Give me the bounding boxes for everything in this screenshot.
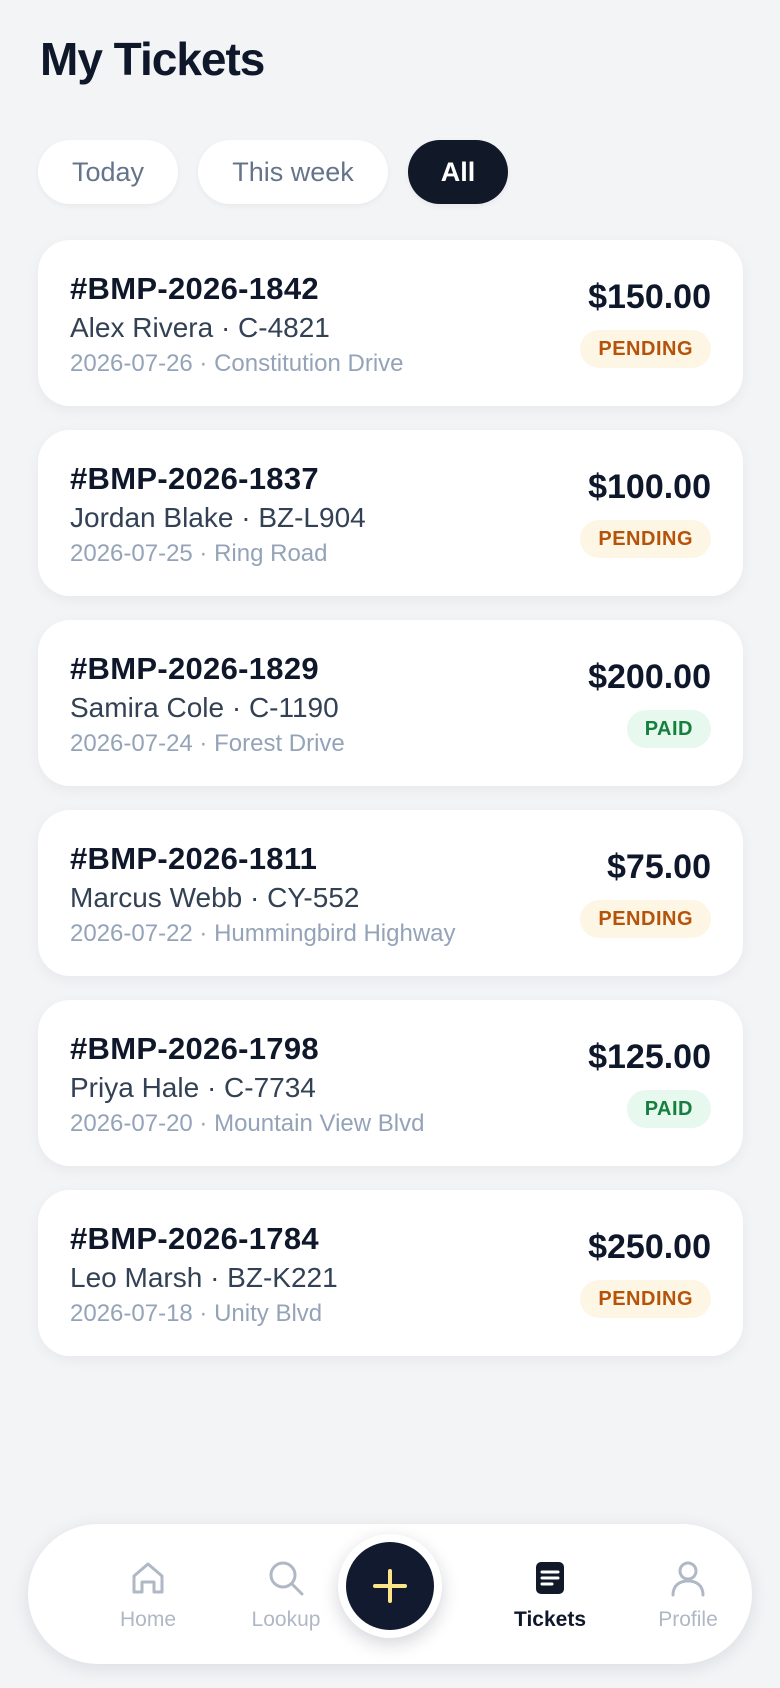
status-badge: PENDING: [580, 520, 711, 558]
nav-profile-label: Profile: [658, 1608, 718, 1631]
nav-tickets[interactable]: Tickets: [490, 1558, 610, 1648]
status-badge: PENDING: [580, 330, 711, 368]
page-title: My Tickets: [40, 33, 265, 85]
add-ticket-button[interactable]: [338, 1534, 442, 1638]
plus-icon: [373, 1569, 407, 1603]
home-icon: [132, 1562, 164, 1594]
nav-tickets-label: Tickets: [514, 1608, 586, 1631]
filter-chips: Today This week All: [38, 140, 508, 204]
nav-home-label: Home: [119, 1608, 177, 1631]
filter-this-week-chip[interactable]: This week: [198, 140, 388, 204]
status-badge: PENDING: [580, 1280, 711, 1318]
filter-today-chip[interactable]: Today: [38, 140, 178, 204]
ticket-card[interactable]: #BMP-2026-1837 Jordan Blake · BZ-L904 20…: [38, 430, 743, 596]
search-icon: [269, 1561, 304, 1596]
user-icon: [671, 1561, 705, 1597]
ticket-amount: $125.00: [588, 1038, 711, 1076]
status-badge: PAID: [626, 710, 711, 748]
nav-lookup[interactable]: Lookup: [226, 1558, 346, 1648]
nav-profile[interactable]: Profile: [628, 1558, 748, 1648]
ticket-meta: 2026-07-20 · Mountain View Blvd: [70, 1110, 425, 1137]
ticket-card[interactable]: #BMP-2026-1829 Samira Cole · C-1190 2026…: [38, 620, 743, 786]
ticket-card[interactable]: #BMP-2026-1811 Marcus Webb · CY-552 2026…: [38, 810, 743, 976]
ticket-card[interactable]: #BMP-2026-1784 Leo Marsh · BZ-K221 2026-…: [38, 1190, 743, 1356]
ticket-meta: 2026-07-24 · Forest Drive: [70, 730, 345, 757]
ticket-amount: $75.00: [607, 848, 711, 886]
status-badge: PAID: [626, 1090, 711, 1128]
tickets-screen: My Tickets Today This week All #BMP-2026…: [0, 0, 780, 1688]
ticket-amount: $150.00: [588, 278, 711, 316]
add-ticket-button-inner: [346, 1542, 434, 1630]
ticket-amount: $200.00: [588, 658, 711, 696]
nav-lookup-label: Lookup: [251, 1608, 321, 1631]
nav-home[interactable]: Home: [88, 1558, 208, 1648]
ticket-card[interactable]: #BMP-2026-1798 Priya Hale · C-7734 2026-…: [38, 1000, 743, 1166]
filter-all-chip[interactable]: All: [408, 140, 508, 204]
ticket-doc-icon: [536, 1562, 564, 1594]
status-badge: PENDING: [580, 900, 711, 938]
ticket-card[interactable]: #BMP-2026-1842 Alex Rivera · C-4821 2026…: [38, 240, 743, 406]
ticket-amount: $250.00: [588, 1228, 711, 1266]
ticket-amount: $100.00: [588, 468, 711, 506]
ticket-list: #BMP-2026-1842 Alex Rivera · C-4821 2026…: [38, 240, 743, 1356]
